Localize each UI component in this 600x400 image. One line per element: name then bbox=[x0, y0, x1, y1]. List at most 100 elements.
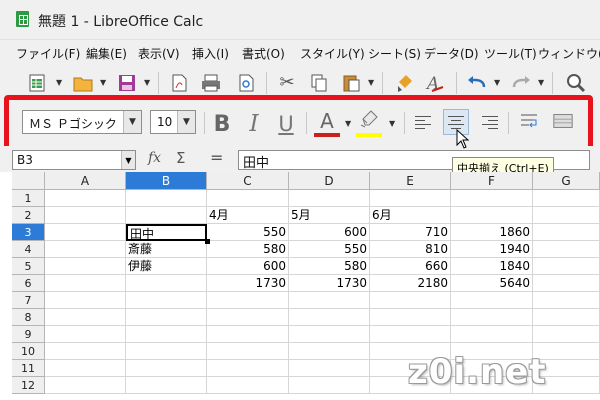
sum-icon[interactable]: Σ bbox=[176, 149, 185, 167]
cell-f9[interactable] bbox=[451, 326, 533, 343]
clone-formatting-icon[interactable] bbox=[394, 72, 416, 94]
bold-button[interactable]: B bbox=[210, 110, 234, 138]
redo-icon[interactable] bbox=[510, 72, 532, 94]
chevron-down-icon[interactable]: ▼ bbox=[177, 111, 195, 133]
highlight-dropdown-icon[interactable]: ▼ bbox=[389, 119, 395, 128]
cell-b10[interactable] bbox=[126, 343, 207, 360]
cell-b2[interactable] bbox=[126, 207, 207, 224]
column-header-c[interactable]: C bbox=[207, 172, 289, 190]
name-box[interactable]: B3 ▼ bbox=[12, 150, 136, 170]
cell-e6[interactable]: 2180 bbox=[370, 275, 451, 292]
cell-a3[interactable] bbox=[45, 224, 126, 241]
paste-dropdown-icon[interactable]: ▼ bbox=[368, 78, 374, 87]
cell-d12[interactable] bbox=[289, 377, 370, 394]
select-all-corner[interactable] bbox=[12, 172, 45, 190]
row-header-9[interactable]: 9 bbox=[12, 326, 45, 343]
column-header-g[interactable]: G bbox=[533, 172, 600, 190]
cell-c1[interactable] bbox=[207, 190, 289, 207]
cell-b4[interactable]: 斎藤 bbox=[126, 241, 207, 258]
cell-a4[interactable] bbox=[45, 241, 126, 258]
merge-cells-icon[interactable] bbox=[552, 110, 574, 132]
cell-f5[interactable]: 1840 bbox=[451, 258, 533, 275]
cell-e7[interactable] bbox=[370, 292, 451, 309]
menu-window[interactable]: ウィンドウ(W) bbox=[538, 45, 600, 62]
cell-b9[interactable] bbox=[126, 326, 207, 343]
cell-e3[interactable]: 710 bbox=[370, 224, 451, 241]
print-icon[interactable] bbox=[200, 72, 222, 94]
print-preview-icon[interactable] bbox=[236, 72, 258, 94]
cell-g6[interactable] bbox=[533, 275, 600, 292]
cell-f2[interactable] bbox=[451, 207, 533, 224]
cell-f8[interactable] bbox=[451, 309, 533, 326]
column-header-a[interactable]: A bbox=[45, 172, 126, 190]
cell-e2[interactable]: 6月 bbox=[370, 207, 451, 224]
clear-formatting-icon[interactable]: A bbox=[424, 72, 446, 94]
cell-c11[interactable] bbox=[207, 360, 289, 377]
cell-a2[interactable] bbox=[45, 207, 126, 224]
cell-f4[interactable]: 1940 bbox=[451, 241, 533, 258]
undo-dropdown-icon[interactable]: ▼ bbox=[494, 78, 500, 87]
column-header-d[interactable]: D bbox=[289, 172, 370, 190]
cell-a9[interactable] bbox=[45, 326, 126, 343]
cell-b5[interactable]: 伊藤 bbox=[126, 258, 207, 275]
column-header-e[interactable]: E bbox=[370, 172, 451, 190]
cell-g9[interactable] bbox=[533, 326, 600, 343]
cell-f7[interactable] bbox=[451, 292, 533, 309]
cell-a6[interactable] bbox=[45, 275, 126, 292]
redo-dropdown-icon[interactable]: ▼ bbox=[538, 78, 544, 87]
new-document-icon[interactable] bbox=[26, 72, 48, 94]
row-header-1[interactable]: 1 bbox=[12, 190, 45, 207]
cell-b6[interactable] bbox=[126, 275, 207, 292]
cell-d2[interactable]: 5月 bbox=[289, 207, 370, 224]
fill-handle[interactable] bbox=[205, 239, 210, 244]
cell-d4[interactable]: 550 bbox=[289, 241, 370, 258]
cell-c10[interactable] bbox=[207, 343, 289, 360]
cell-c9[interactable] bbox=[207, 326, 289, 343]
cell-d9[interactable] bbox=[289, 326, 370, 343]
undo-icon[interactable] bbox=[466, 72, 488, 94]
align-left-button[interactable] bbox=[411, 109, 437, 135]
menu-edit[interactable]: 編集(E) bbox=[86, 45, 127, 62]
cell-a10[interactable] bbox=[45, 343, 126, 360]
cell-b7[interactable] bbox=[126, 292, 207, 309]
font-color-dropdown-icon[interactable]: ▼ bbox=[345, 119, 351, 128]
row-header-6[interactable]: 6 bbox=[12, 275, 45, 292]
row-header-2[interactable]: 2 bbox=[12, 207, 45, 224]
cell-g1[interactable] bbox=[533, 190, 600, 207]
copy-icon[interactable] bbox=[308, 72, 330, 94]
row-header-8[interactable]: 8 bbox=[12, 309, 45, 326]
cell-d6[interactable]: 1730 bbox=[289, 275, 370, 292]
cell-b1[interactable] bbox=[126, 190, 207, 207]
font-size-box[interactable]: 10 ▼ bbox=[150, 110, 196, 134]
cell-f3[interactable]: 1860 bbox=[451, 224, 533, 241]
menu-data[interactable]: データ(D) bbox=[424, 45, 479, 62]
paste-icon[interactable] bbox=[340, 72, 362, 94]
menu-sheet[interactable]: シート(S) bbox=[368, 45, 421, 62]
cell-b11[interactable] bbox=[126, 360, 207, 377]
cell-c12[interactable] bbox=[207, 377, 289, 394]
cell-c8[interactable] bbox=[207, 309, 289, 326]
save-dropdown-icon[interactable]: ▼ bbox=[144, 78, 150, 87]
menu-tools[interactable]: ツール(T) bbox=[484, 45, 537, 62]
row-header-11[interactable]: 11 bbox=[12, 360, 45, 377]
menu-insert[interactable]: 挿入(I) bbox=[192, 45, 229, 62]
row-header-10[interactable]: 10 bbox=[12, 343, 45, 360]
cell-b3[interactable]: 田中 bbox=[126, 224, 207, 241]
cell-g7[interactable] bbox=[533, 292, 600, 309]
menu-file[interactable]: ファイル(F) bbox=[16, 45, 80, 62]
open-dropdown-icon[interactable]: ▼ bbox=[100, 78, 106, 87]
menu-styles[interactable]: スタイル(Y) bbox=[300, 45, 365, 62]
cell-c7[interactable] bbox=[207, 292, 289, 309]
menu-format[interactable]: 書式(O) bbox=[242, 45, 285, 62]
column-header-b[interactable]: B bbox=[126, 172, 207, 190]
font-color-button[interactable]: A bbox=[314, 108, 340, 134]
cell-a1[interactable] bbox=[45, 190, 126, 207]
row-header-3[interactable]: 3 bbox=[12, 224, 45, 241]
new-dropdown-icon[interactable]: ▼ bbox=[56, 78, 62, 87]
cell-e1[interactable] bbox=[370, 190, 451, 207]
cell-d7[interactable] bbox=[289, 292, 370, 309]
wrap-text-icon[interactable] bbox=[518, 110, 540, 132]
open-folder-icon[interactable] bbox=[72, 72, 94, 94]
row-header-12[interactable]: 12 bbox=[12, 377, 45, 394]
cell-g2[interactable] bbox=[533, 207, 600, 224]
